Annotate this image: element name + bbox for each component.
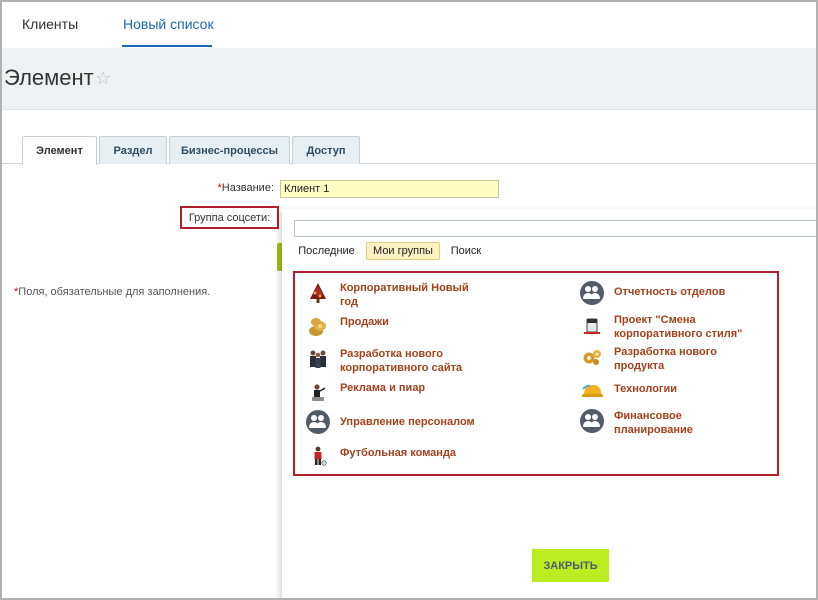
group-item[interactable]: Проект "Смена корпоративного стиля" [580, 313, 764, 341]
group-label: Разработка нового корпоративного сайта [340, 348, 463, 374]
group-item[interactable]: Технологии [580, 379, 749, 403]
group-label: Технологии [614, 383, 678, 395]
group-label: Реклама и пиар [340, 382, 426, 394]
group-item[interactable]: Отчетность отделов [580, 281, 749, 305]
close-button[interactable]: ЗАКРЫТЬ [532, 549, 609, 582]
group-label: Корпоративный Новый год [340, 282, 469, 308]
paint-bucket-icon [580, 313, 604, 337]
group-item[interactable]: Финансовое планирование [580, 409, 749, 437]
group-search-input[interactable] [294, 220, 816, 237]
required-note-text: Поля, обязательные для заполнения. [18, 286, 211, 298]
group-label: Проект "Смена корпоративного стиля" [614, 314, 743, 340]
tab-search[interactable]: Поиск [446, 242, 486, 260]
presenter-icon [306, 381, 330, 405]
name-label-text: Название: [221, 182, 274, 194]
football-player-icon [306, 444, 330, 468]
group-label: Продажи [340, 316, 389, 328]
group-item[interactable]: Разработка нового продукта [580, 345, 749, 373]
window-frame: Клиенты Новый список Элемент ☆ Элемент Р… [0, 0, 818, 600]
tab-section[interactable]: Раздел [99, 136, 167, 164]
groups-list: Корпоративный Новый год Продажи Разработ… [293, 271, 779, 476]
coins-icon [306, 315, 330, 339]
group-item[interactable]: Разработка нового корпоративного сайта [306, 347, 475, 375]
group-item[interactable]: Управление персоналом [306, 410, 490, 434]
group-label: Финансовое планирование [614, 410, 693, 436]
top-navigation: Клиенты Новый список [2, 2, 816, 48]
form-tabs: Элемент Раздел Бизнес-процессы Доступ [2, 136, 816, 165]
page-header: Элемент ☆ [2, 48, 816, 110]
group-selector-popup: Последние Мои группы Поиск Корпоративный… [282, 209, 816, 598]
name-input[interactable] [280, 180, 499, 198]
gears-icon [580, 345, 604, 369]
tab-my-groups[interactable]: Мои группы [366, 242, 440, 260]
team-icon [306, 347, 330, 371]
group-item[interactable]: Продажи [306, 315, 475, 339]
group-label: Управление персоналом [340, 416, 475, 428]
nav-item-new-list[interactable]: Новый список [123, 16, 214, 32]
star-outline-icon[interactable]: ☆ [95, 68, 111, 89]
group-item[interactable]: Корпоративный Новый год [306, 281, 475, 309]
required-fields-note: *Поля, обязательные для заполнения. [14, 286, 210, 298]
group-label: Разработка нового продукта [614, 346, 717, 372]
page-title: Элемент [4, 65, 94, 90]
group-label: Группа соцсети: [188, 211, 271, 224]
tab-element[interactable]: Элемент [22, 136, 97, 165]
group-avatar-icon [580, 281, 604, 305]
name-label: *Название: [202, 182, 275, 194]
group-label: Футбольная команда [340, 447, 457, 459]
group-item[interactable]: Реклама и пиар [306, 381, 475, 405]
group-item[interactable]: Футбольная команда [306, 444, 475, 468]
group-label: Отчетность отделов [614, 286, 726, 298]
group-avatar-icon [306, 410, 330, 434]
nav-item-clients[interactable]: Клиенты [22, 16, 78, 32]
active-nav-underline [122, 45, 212, 47]
group-avatar-icon [580, 409, 604, 433]
tab-recent[interactable]: Последние [294, 242, 359, 260]
group-label-highlight: Группа соцсети: [180, 206, 279, 229]
tab-business-processes[interactable]: Бизнес-процессы [169, 136, 290, 164]
tab-access[interactable]: Доступ [292, 136, 360, 164]
helmet-icon [580, 379, 604, 403]
christmas-tree-icon [306, 281, 330, 305]
